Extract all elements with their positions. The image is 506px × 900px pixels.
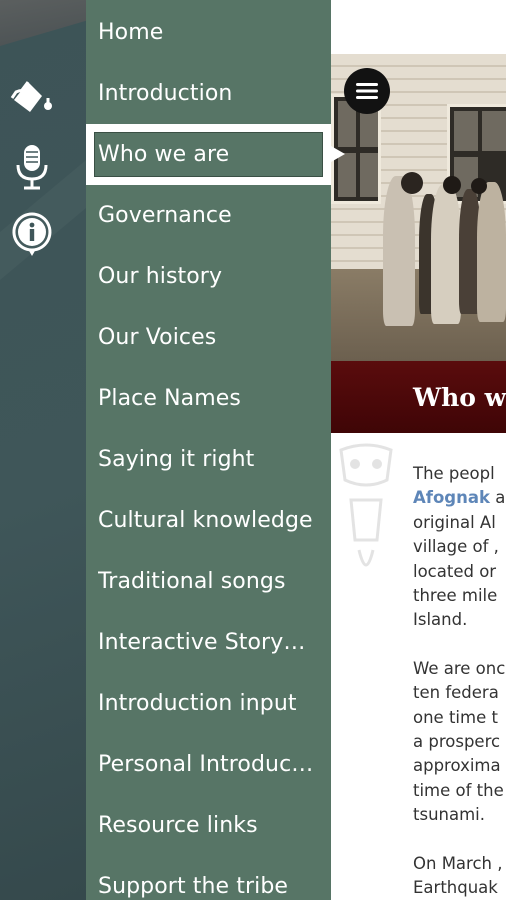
rail-top-shade: [0, 0, 86, 46]
menu-item-label: Our history: [98, 264, 223, 289]
menu-item-label: Resource links: [98, 813, 258, 838]
menu-item-label: Our Voices: [98, 325, 217, 350]
paragraph: We are onc ten federa one time t a prosp…: [413, 658, 506, 825]
menu-item-cultural-knowledge[interactable]: Cultural knowledge: [86, 490, 331, 551]
menu-item-label: Introduction: [98, 81, 233, 106]
menu-item-label: Cultural knowledge: [98, 508, 313, 533]
paragraph: The peopl Afognak a original Al village …: [413, 464, 506, 630]
menu-item-label: Who we are: [98, 142, 230, 167]
menu-item-resource-links[interactable]: Resource links: [86, 795, 331, 856]
menu-item-introduction[interactable]: Introduction: [86, 63, 331, 124]
icon-rail: [0, 0, 86, 900]
afognak-link[interactable]: Afognak: [413, 488, 490, 507]
article-body: The peopl Afognak a original Al village …: [413, 462, 506, 900]
paragraph: On March , Earthquak: [413, 853, 503, 898]
menu-item-who-we-are[interactable]: Who we are: [86, 124, 331, 185]
info-icon[interactable]: [8, 210, 56, 258]
paint-bucket-icon[interactable]: [8, 76, 56, 124]
menu-item-label: Governance: [98, 203, 232, 228]
menu-item-governance[interactable]: Governance: [86, 185, 331, 246]
selected-highlight: Who we are: [94, 132, 323, 177]
hamburger-icon: [356, 83, 378, 99]
menu-item-label: Saying it right: [98, 447, 255, 472]
menu-item-introduction-input[interactable]: Introduction input: [86, 673, 331, 734]
page-title: Who w: [413, 382, 506, 412]
totem-watermark-icon: [339, 443, 393, 567]
menu-item-label: Traditional songs: [98, 569, 286, 594]
menu-item-label: Place Names: [98, 386, 241, 411]
menu-item-personal-introduction[interactable]: Personal Introduc…: [86, 734, 331, 795]
menu-item-interactive-storybook[interactable]: Interactive Storyb…: [86, 612, 331, 673]
menu-item-our-history[interactable]: Our history: [86, 246, 331, 307]
menu-item-label: Introduction input: [98, 691, 297, 716]
menu-toggle-button[interactable]: [344, 68, 390, 114]
menu-item-support-the-tribe[interactable]: Support the tribe: [86, 856, 331, 900]
menu-item-home[interactable]: Home: [86, 2, 331, 63]
content-pane: Who w The peopl Afognak a original Al vi…: [331, 0, 506, 900]
selection-pointer: [331, 146, 345, 162]
page-title-bar: Who w: [331, 361, 506, 433]
menu-item-traditional-songs[interactable]: Traditional songs: [86, 551, 331, 612]
menu-item-place-names[interactable]: Place Names: [86, 368, 331, 429]
navigation-drawer: Home Introduction Who we are Governance …: [86, 0, 331, 900]
menu-item-label: Interactive Storyb…: [98, 630, 318, 655]
menu-item-label: Support the tribe: [98, 874, 289, 899]
menu-item-our-voices[interactable]: Our Voices: [86, 307, 331, 368]
menu-item-label: Home: [98, 20, 164, 45]
microphone-icon[interactable]: [8, 143, 56, 191]
menu-item-label: Personal Introduc…: [98, 752, 314, 777]
menu-item-saying-it-right[interactable]: Saying it right: [86, 429, 331, 490]
